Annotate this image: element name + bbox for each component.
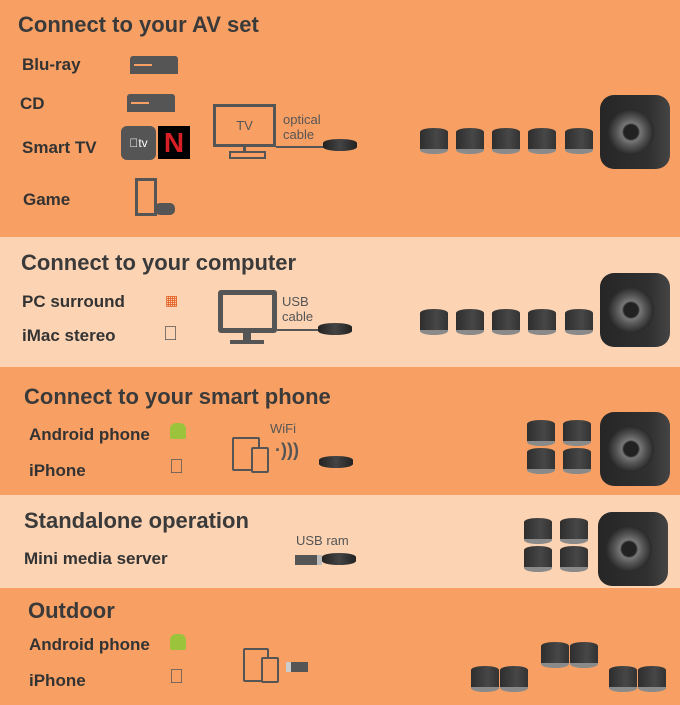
blu-ray-player-icon bbox=[130, 56, 178, 74]
connection-label: USB ram bbox=[296, 533, 349, 548]
android-icon bbox=[170, 634, 186, 650]
apple-icon:  bbox=[169, 666, 184, 689]
windows-icon: ▦ bbox=[165, 292, 179, 308]
apple-icon:  bbox=[169, 456, 184, 479]
hub-icon bbox=[318, 323, 352, 335]
wifi-icon: ·))) bbox=[275, 440, 299, 460]
apple-tv-icon: tv bbox=[121, 126, 156, 160]
satellite-speaker bbox=[524, 518, 552, 544]
section-standalone: Standalone operation Mini media server U… bbox=[0, 495, 680, 588]
satellite-speaker bbox=[563, 420, 591, 446]
optical-cable-line bbox=[276, 146, 324, 148]
satellite-speaker bbox=[560, 518, 588, 544]
label-blu-ray: Blu-ray bbox=[22, 55, 81, 74]
apple-icon:  bbox=[163, 323, 178, 346]
usb-stick-icon bbox=[295, 555, 322, 565]
label-game: Game bbox=[23, 190, 71, 209]
label-pc-surround: PC surround bbox=[22, 292, 125, 311]
satellite-speaker bbox=[456, 309, 484, 335]
label-cd: CD bbox=[20, 94, 45, 113]
section-smart-phone: Connect to your smart phone Android phon… bbox=[0, 367, 680, 495]
section-outdoor: Outdoor Android phone iPhone  bbox=[0, 588, 680, 705]
section-av-set: Connect to your AV set Blu-ray CD Smart … bbox=[0, 0, 680, 237]
satellite-speaker bbox=[609, 666, 637, 692]
satellite-speaker bbox=[420, 128, 448, 154]
subwoofer bbox=[600, 273, 670, 347]
satellite-speaker bbox=[492, 128, 520, 154]
label-smart-tv: Smart TV bbox=[22, 138, 97, 157]
label-mini-media-server: Mini media server bbox=[24, 549, 168, 568]
satellite-speaker bbox=[500, 666, 528, 692]
label-android-phone: Android phone bbox=[29, 425, 150, 444]
subwoofer bbox=[598, 512, 668, 586]
monitor-stand bbox=[243, 333, 251, 340]
usb-stick-icon bbox=[286, 662, 308, 672]
hub-icon bbox=[323, 139, 357, 151]
satellite-speaker bbox=[541, 642, 569, 668]
satellite-speaker bbox=[563, 448, 591, 474]
connection-label: USB cable bbox=[282, 294, 314, 324]
section-title: Connect to your smart phone bbox=[24, 384, 331, 409]
satellite-speaker bbox=[528, 309, 556, 335]
gamepad-icon bbox=[155, 203, 175, 215]
label-iphone: iPhone bbox=[29, 671, 86, 690]
label-android-phone: Android phone bbox=[29, 635, 150, 654]
label-iphone: iPhone bbox=[29, 461, 86, 480]
section-computer: Connect to your computer PC surround iMa… bbox=[0, 237, 680, 367]
satellite-speaker bbox=[570, 642, 598, 668]
hub-icon bbox=[322, 553, 356, 565]
game-console-icon bbox=[135, 178, 157, 216]
satellite-speaker bbox=[471, 666, 499, 692]
satellite-speaker bbox=[565, 128, 593, 154]
section-title: Outdoor bbox=[28, 598, 115, 623]
phone-icon bbox=[261, 657, 279, 683]
netflix-icon: N bbox=[158, 126, 190, 159]
section-title: Standalone operation bbox=[24, 508, 249, 533]
subwoofer bbox=[600, 412, 670, 486]
tv-icon: TV bbox=[213, 104, 276, 147]
satellite-speaker bbox=[565, 309, 593, 335]
satellite-speaker bbox=[638, 666, 666, 692]
monitor-base bbox=[230, 340, 264, 344]
tv-base bbox=[229, 151, 266, 159]
satellite-speaker bbox=[492, 309, 520, 335]
usb-cable-line bbox=[277, 329, 319, 331]
phone-icon bbox=[251, 447, 269, 473]
satellite-speaker bbox=[560, 546, 588, 572]
satellite-speaker bbox=[528, 128, 556, 154]
connection-label: optical cable bbox=[283, 112, 321, 142]
android-icon bbox=[170, 423, 186, 439]
subwoofer bbox=[600, 95, 670, 169]
satellite-speaker bbox=[527, 420, 555, 446]
hub-icon bbox=[319, 456, 353, 468]
section-title: Connect to your AV set bbox=[18, 12, 259, 37]
section-title: Connect to your computer bbox=[21, 250, 297, 275]
monitor-icon bbox=[218, 290, 277, 333]
satellite-speaker bbox=[527, 448, 555, 474]
cd-player-icon bbox=[127, 94, 175, 112]
satellite-speaker bbox=[420, 309, 448, 335]
satellite-speaker bbox=[524, 546, 552, 572]
satellite-speaker bbox=[456, 128, 484, 154]
label-imac-stereo: iMac stereo bbox=[22, 326, 116, 345]
connection-label: WiFi bbox=[270, 421, 296, 436]
